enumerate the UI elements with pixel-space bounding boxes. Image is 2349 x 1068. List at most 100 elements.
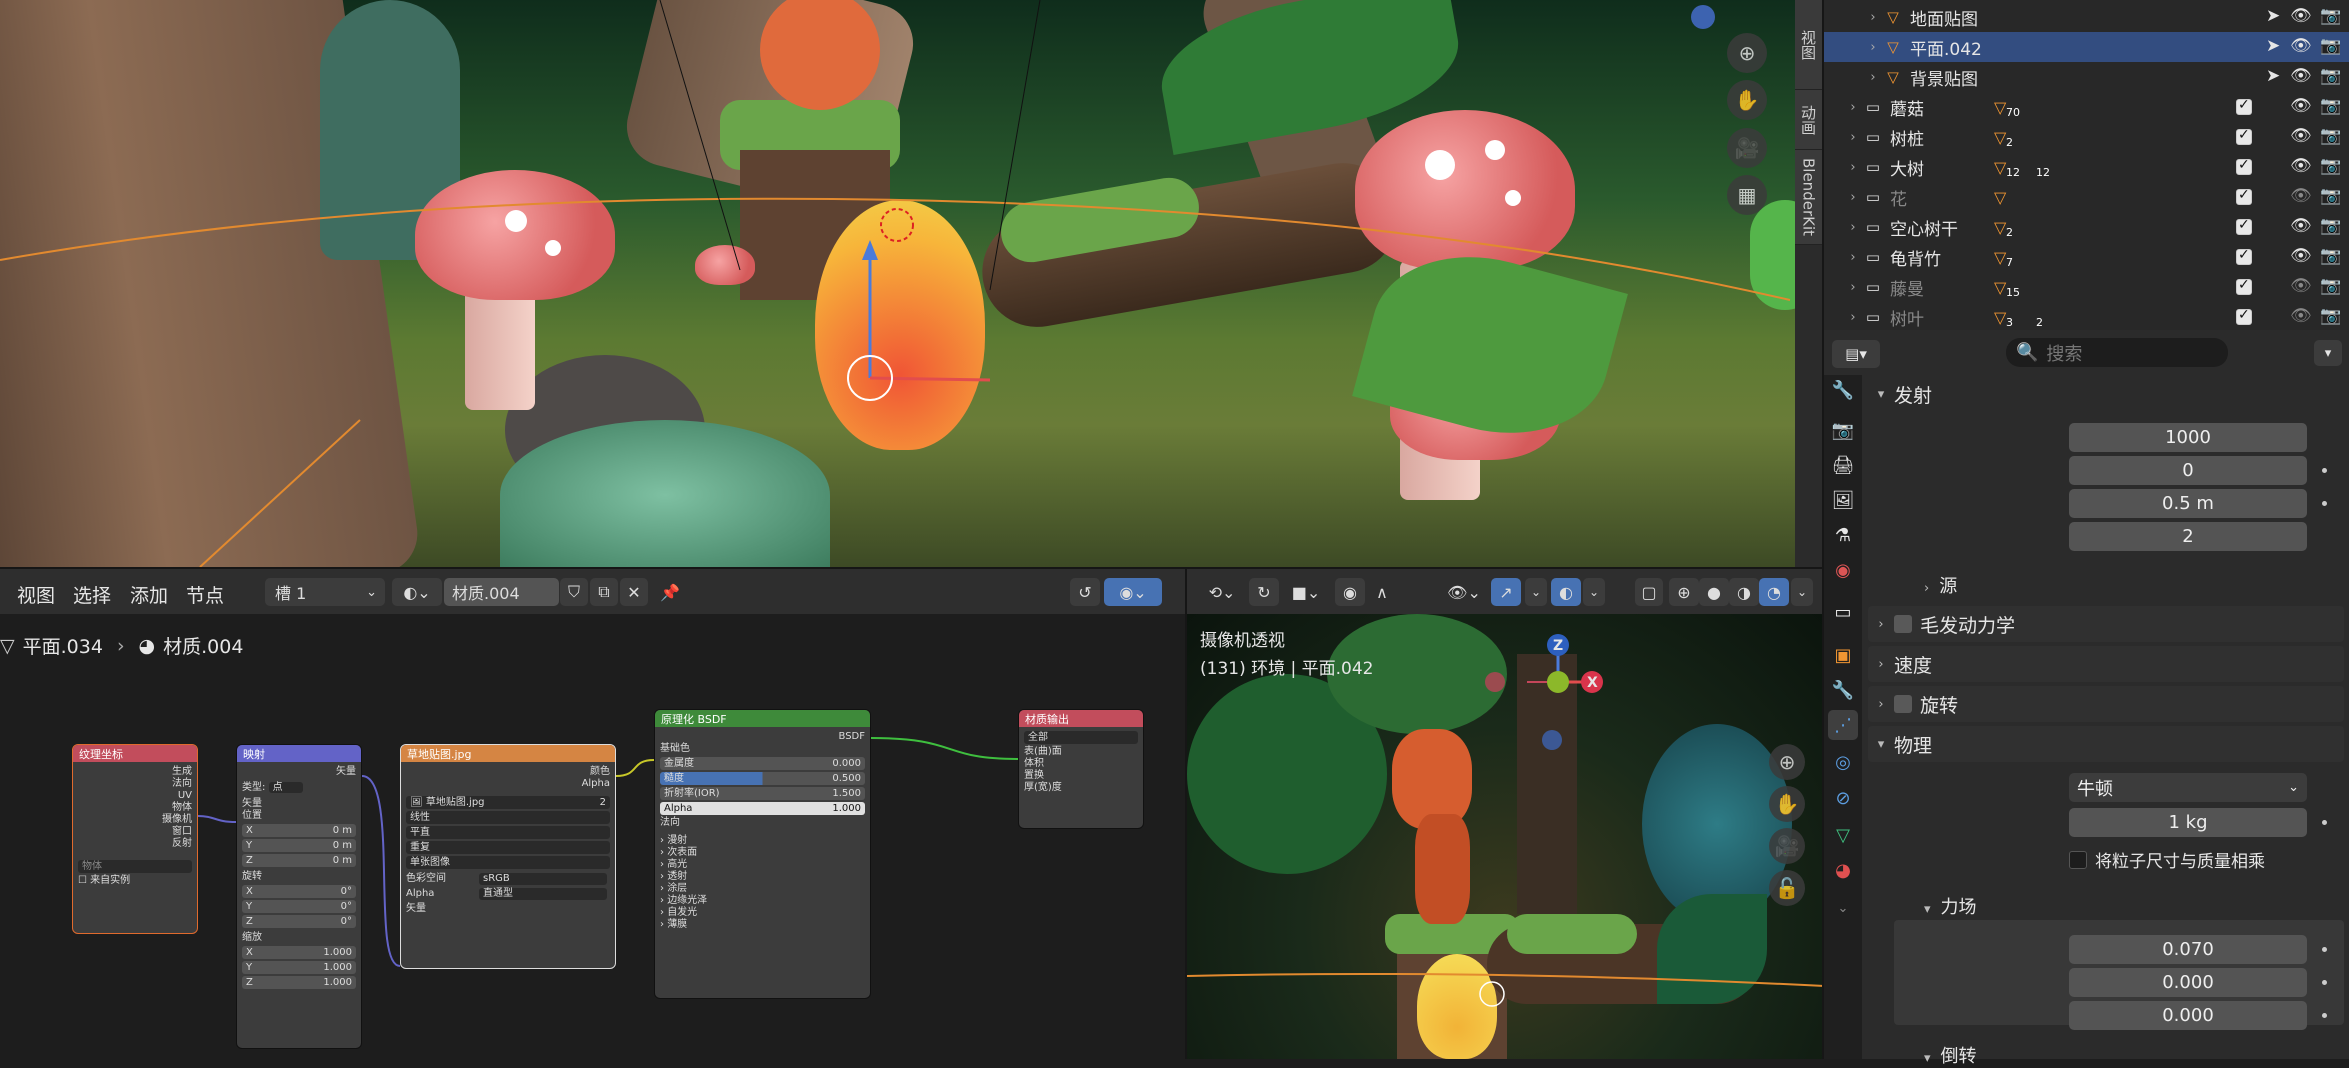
overlay-toggle-icon[interactable]: ◉⌄ (1104, 578, 1162, 606)
socket-vector-in[interactable]: 矢量 (401, 903, 615, 915)
render-camera-icon[interactable]: 📷 (2320, 96, 2341, 116)
outliner-row[interactable]: ›▭ 树叶 ▽3 2 👁 📷 (1824, 302, 2349, 332)
tab-blenderkit[interactable]: BlenderKit (1795, 150, 1822, 245)
exclude-checkbox[interactable] (2236, 187, 2252, 205)
section-hair-dynamics[interactable]: › 毛发动力学 (1868, 606, 2344, 642)
scale-y[interactable]: Y 1.000 (242, 961, 356, 974)
outliner-row[interactable]: ›▭ 龟背竹 ▽7 👁 📷 (1824, 242, 2349, 272)
socket-surface[interactable]: 表(曲)面 (1019, 746, 1143, 758)
search-input[interactable]: 🔍 搜索 (2006, 338, 2228, 367)
multiply-mass-option[interactable]: 将粒子尺寸与质量相乘 (2069, 847, 2265, 872)
eye-icon[interactable]: 👁 (2290, 126, 2312, 146)
rotation-z[interactable]: Z 0° (242, 915, 356, 928)
tool-icon[interactable]: 🔧 (1828, 375, 1858, 405)
socket-thickness[interactable]: 厚(宽)度 (1019, 782, 1143, 794)
location-y[interactable]: Y0 m (242, 839, 356, 852)
metallic-field[interactable]: 金属度 0.000 (660, 757, 865, 770)
source-select[interactable]: 单张图像 (406, 856, 610, 869)
eye-icon[interactable]: 👁 (2290, 306, 2312, 326)
chevron-down-icon[interactable]: ⌄ (1525, 578, 1547, 606)
alpha-mode-select[interactable]: 直通型 (479, 888, 607, 900)
material-browse-icon[interactable]: ◐⌄ (392, 578, 442, 606)
physics-icon[interactable]: ◎ (1828, 747, 1858, 777)
chevron-right-icon[interactable]: › (1864, 70, 1882, 85)
hair-dynamics-checkbox[interactable] (1894, 615, 1912, 633)
count-field[interactable]: 1000 (2069, 423, 2307, 452)
keyframe-dot[interactable] (2322, 947, 2327, 952)
rendered-shading-icon[interactable]: ◔ (1759, 578, 1789, 606)
damp-field[interactable]: 0.000 (2069, 1001, 2307, 1030)
alpha-field[interactable]: Alpha 1.000 (660, 802, 865, 815)
node-material-output[interactable]: 材质输出 全部 表(曲)面 体积 置换 厚(宽)度 (1018, 709, 1144, 829)
editor-type-icon[interactable]: ▤▾ (1832, 340, 1880, 368)
rotation-checkbox[interactable] (1894, 695, 1912, 713)
exclude-checkbox[interactable] (2236, 217, 2252, 235)
chevron-right-icon[interactable]: › (1844, 160, 1862, 175)
world-icon[interactable]: ◉ (1828, 555, 1858, 585)
chevron-right-icon[interactable]: › (1844, 220, 1862, 235)
scene-icon[interactable]: ⚗ (1828, 520, 1858, 550)
outliner-row[interactable]: › ▽ 平面.042 ➤ 👁 📷 (1824, 32, 2349, 62)
material-icon[interactable]: ◕ (1828, 855, 1858, 885)
render-camera-icon[interactable]: 📷 (2320, 276, 2341, 296)
location-z[interactable]: Z0 m (242, 854, 356, 867)
visibility-icon[interactable]: 👁⌄ (1441, 578, 1487, 606)
chevron-down-icon[interactable]: ⌄ (1583, 578, 1605, 606)
subpanel-forces[interactable]: ▾ 力场 (1924, 893, 1977, 919)
eye-icon[interactable]: 👁 (2290, 36, 2312, 56)
chevron-down-icon[interactable]: ⌄ (1791, 578, 1813, 606)
bsdf-panel[interactable]: › 薄膜 (655, 919, 870, 931)
socket-uv[interactable]: UV (73, 790, 197, 802)
outliner-row[interactable]: › ▽ 地面贴图 ➤ 👁 📷 (1824, 2, 2349, 32)
eye-icon[interactable]: 👁 (2290, 66, 2312, 86)
socket-window[interactable]: 窗口 (73, 826, 197, 838)
ior-field[interactable]: 折射率(IOR) 1.500 (660, 787, 865, 800)
chevron-right-icon[interactable]: › (1844, 100, 1862, 115)
menu-node[interactable]: 节点 (186, 581, 224, 608)
options-dropdown[interactable]: ▾ (2314, 340, 2342, 366)
exclude-checkbox[interactable] (2236, 157, 2252, 175)
object-icon[interactable]: ▣ (1828, 640, 1858, 670)
bsdf-panel[interactable]: › 透射 (655, 871, 870, 883)
eye-icon[interactable]: 👁 (2290, 276, 2312, 296)
xray-icon[interactable]: ▢ (1635, 578, 1663, 606)
chevron-right-icon[interactable]: › (1844, 130, 1862, 145)
tab-animation[interactable]: 动画 (1795, 90, 1822, 150)
scroll-down-icon[interactable]: ⌄ (1828, 893, 1858, 923)
socket-base-color[interactable]: 基础色 (655, 743, 870, 755)
view-layer-icon[interactable]: 🖼 (1828, 485, 1858, 515)
eye-icon[interactable]: 👁 (2290, 216, 2312, 236)
socket-bsdf-out[interactable]: BSDF (655, 731, 870, 743)
keyframe-dot[interactable] (2322, 820, 2327, 825)
keyframe-dot[interactable] (2322, 501, 2327, 506)
chevron-right-icon[interactable]: › (1864, 40, 1882, 55)
snap-icon[interactable]: ↺ (1070, 578, 1100, 606)
render-camera-icon[interactable]: 📷 (2320, 156, 2341, 176)
output-icon[interactable]: 🖨 (1828, 450, 1858, 480)
transform-orientation-icon[interactable]: ⟲⌄ (1199, 578, 1245, 606)
rotation-y[interactable]: Y 0° (242, 900, 356, 913)
bsdf-panel[interactable]: › 高光 (655, 859, 870, 871)
keyframe-dot[interactable] (2322, 1013, 2327, 1018)
colorspace-select[interactable]: sRGB (479, 873, 607, 885)
projection-select[interactable]: 平直 (406, 826, 610, 839)
target-select[interactable]: 全部 (1024, 731, 1138, 744)
exclude-checkbox[interactable] (2236, 247, 2252, 265)
seed-field[interactable]: 0 (2069, 456, 2307, 485)
socket-color-out[interactable]: 颜色 (401, 766, 615, 778)
node-editor[interactable]: ▽ 平面.034 › ◕ 材质.004 纹理坐标 生成 法向 UV 物体 摄像机… (0, 614, 1185, 1059)
roughness-field[interactable]: 糙度 0.500 (660, 772, 865, 785)
keyframe-dot[interactable] (2322, 468, 2327, 473)
particles-icon[interactable]: ⋰ (1828, 710, 1858, 740)
physics-type-select[interactable]: 牛顿 ⌄ (2069, 773, 2307, 802)
outliner-row[interactable]: › ▽ 背景贴图 ➤ 👁 📷 (1824, 62, 2349, 92)
collection-icon[interactable]: ▭ (1828, 597, 1858, 627)
eye-icon[interactable]: 👁 (2290, 246, 2312, 266)
outliner-row[interactable]: ›▭ 蘑菇 ▽70 👁 📷 (1824, 92, 2349, 122)
tab-view[interactable]: 视图 (1795, 0, 1822, 90)
socket-normal[interactable]: 法向 (73, 778, 197, 790)
chevron-right-icon[interactable]: › (1844, 280, 1862, 295)
selectable-icon[interactable]: ➤ (2266, 36, 2280, 56)
outliner-row[interactable]: ›▭ 花 ▽ 👁 📷 (1824, 182, 2349, 212)
eye-icon[interactable]: 👁 (2290, 96, 2312, 116)
